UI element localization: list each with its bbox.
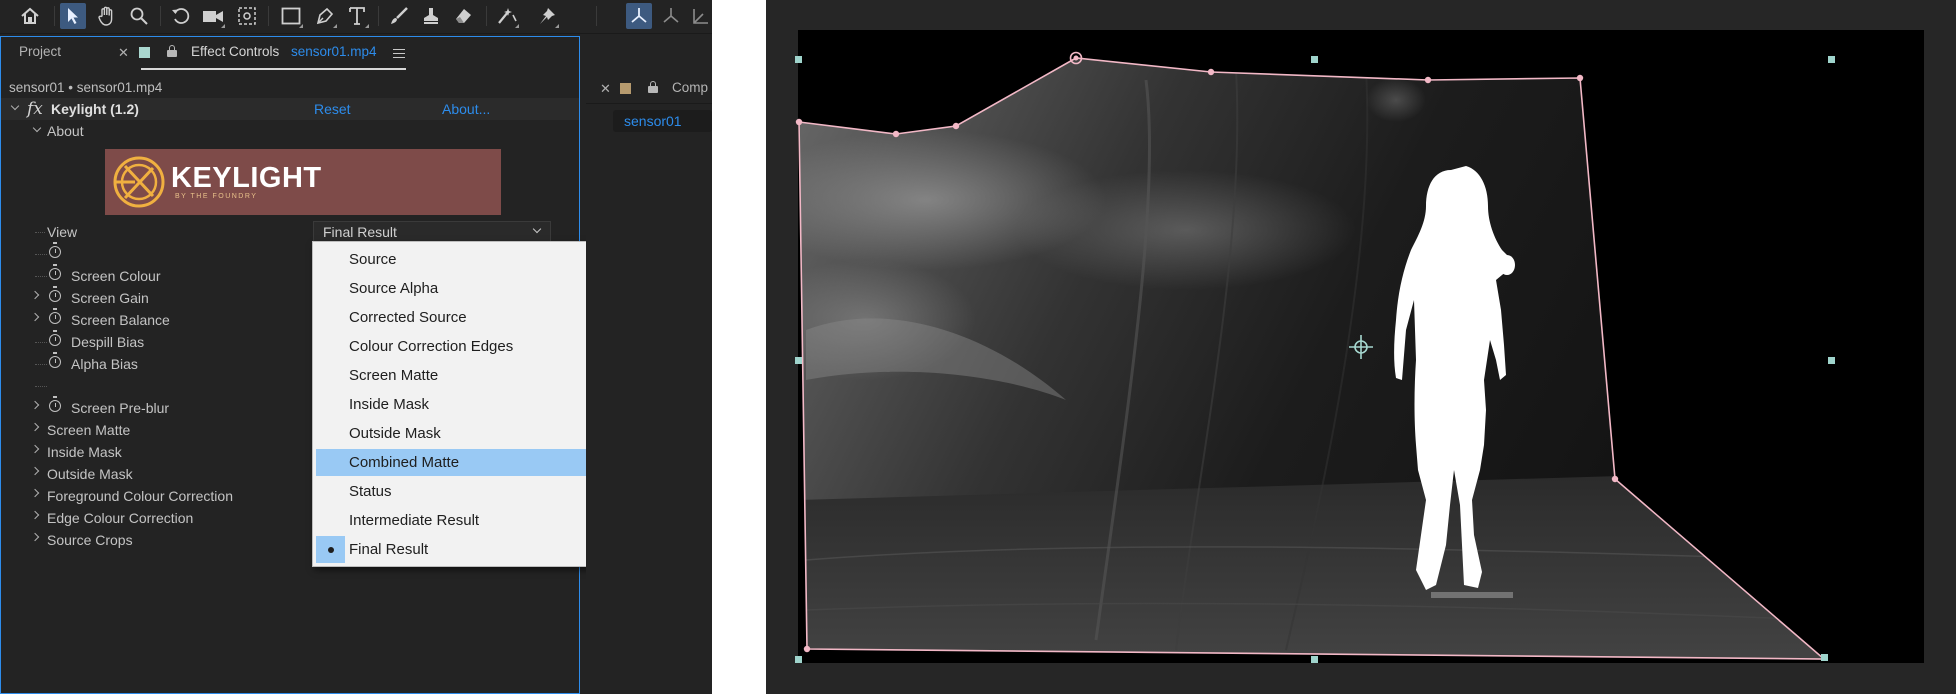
chevron-right-icon[interactable] — [30, 532, 40, 542]
chevron-right-icon[interactable] — [30, 444, 40, 454]
selected-bullet-icon — [316, 536, 345, 563]
logo-subtext: BY THE FOUNDRY — [175, 193, 258, 200]
dropdown-option[interactable]: Screen Matte — [316, 362, 599, 389]
property-label: Despill Bias — [71, 334, 145, 350]
dropdown-option[interactable]: Intermediate Result — [316, 507, 599, 534]
stopwatch-icon[interactable] — [49, 330, 61, 346]
about-section-row[interactable]: About — [1, 120, 579, 142]
pan-behind-tool-icon[interactable] — [234, 3, 260, 29]
group-label: Source Crops — [47, 532, 133, 548]
axis-world-icon[interactable] — [658, 3, 684, 29]
clone-stamp-tool-icon[interactable] — [418, 3, 444, 29]
chevron-right-icon[interactable] — [30, 312, 40, 322]
effect-name: Keylight (1.2) — [51, 101, 139, 117]
property-label: Screen Gain — [71, 290, 149, 306]
dropdown-option[interactable]: Status — [316, 478, 599, 505]
zoom-tool-icon[interactable] — [126, 3, 152, 29]
chevron-right-icon[interactable] — [30, 290, 40, 300]
chevron-right-icon[interactable] — [30, 400, 40, 410]
chevron-right-icon[interactable] — [30, 510, 40, 520]
label-color-swatch — [620, 83, 631, 94]
about-section-label: About — [47, 123, 84, 139]
rotate-tool-icon[interactable] — [168, 3, 194, 29]
view-dropdown-menu: Source Source Alpha Corrected Source Col… — [312, 241, 602, 567]
group-label: Foreground Colour Correction — [47, 488, 233, 504]
view-select[interactable]: Final Result — [313, 221, 551, 242]
chevron-right-icon[interactable] — [30, 422, 40, 432]
axis-view-icon[interactable] — [688, 3, 712, 29]
dropdown-option-highlighted[interactable]: Combined Matte — [316, 449, 599, 476]
breadcrumb: sensor01 • sensor01.mp4 — [1, 77, 579, 99]
chevron-right-icon[interactable] — [30, 488, 40, 498]
group-label: Edge Colour Correction — [47, 510, 194, 526]
stopwatch-icon[interactable] — [49, 286, 61, 302]
dropdown-option[interactable]: Corrected Source — [316, 304, 599, 331]
tab-composition[interactable]: Comp — [672, 80, 708, 95]
brush-tool-icon[interactable] — [386, 3, 412, 29]
tab-project[interactable]: Project — [19, 44, 61, 59]
tools-toolbar — [0, 0, 712, 34]
viewer-canvas — [795, 30, 1924, 663]
reset-link[interactable]: Reset — [314, 101, 351, 117]
logo-text: KEYLIGHT — [171, 162, 322, 194]
selection-tool-icon[interactable] — [60, 3, 86, 29]
stopwatch-icon[interactable] — [49, 242, 61, 258]
tab-effect-controls-file[interactable]: sensor01.mp4 — [291, 44, 377, 59]
effect-header-row[interactable]: fx Keylight (1.2) Reset About... — [1, 98, 579, 120]
property-label: Screen Colour — [71, 268, 161, 284]
comp-name-chip[interactable]: sensor01 — [613, 110, 712, 132]
dropdown-option[interactable]: Source Alpha — [316, 275, 599, 302]
pen-tool-icon[interactable] — [312, 3, 338, 29]
puppet-pin-tool-icon[interactable] — [534, 3, 560, 29]
label-color-swatch — [139, 47, 150, 58]
dropdown-option[interactable]: Colour Correction Edges — [316, 333, 599, 360]
tab-effect-controls[interactable]: Effect Controls — [191, 44, 279, 59]
breadcrumb-text: sensor01 • sensor01.mp4 — [9, 80, 163, 95]
stopwatch-icon[interactable] — [49, 308, 61, 324]
keylight-logo-icon — [113, 156, 165, 208]
axis-local-icon[interactable] — [626, 3, 652, 29]
chevron-down-icon[interactable] — [10, 101, 20, 111]
stopwatch-icon[interactable] — [49, 264, 61, 280]
stopwatch-icon[interactable] — [49, 396, 61, 412]
separator — [712, 0, 766, 694]
property-label: Screen Pre-blur — [71, 400, 170, 416]
composition-viewer[interactable] — [766, 0, 1956, 694]
chevron-down-icon[interactable] — [32, 123, 42, 133]
property-label: Screen Balance — [71, 312, 170, 328]
group-label: Screen Matte — [47, 422, 131, 438]
after-effects-window: Project ✕ Effect Controls sensor01.mp4 s… — [0, 0, 712, 694]
roto-brush-tool-icon[interactable] — [494, 3, 520, 29]
dropdown-option[interactable]: Source — [316, 246, 599, 273]
chevron-right-icon[interactable] — [30, 466, 40, 476]
panel-tab-bar: Project ✕ Effect Controls sensor01.mp4 — [1, 37, 579, 70]
lock-icon[interactable] — [167, 45, 177, 57]
dropdown-option-selected[interactable]: Final Result — [316, 536, 599, 563]
camera-tool-icon[interactable] — [200, 3, 226, 29]
active-tab-underline — [141, 68, 406, 70]
group-label: Outside Mask — [47, 466, 133, 482]
property-label: View — [47, 224, 78, 240]
keylight-logo-banner: KEYLIGHT BY THE FOUNDRY — [105, 149, 501, 215]
close-icon[interactable]: ✕ — [600, 81, 611, 97]
dropdown-option[interactable]: Inside Mask — [316, 391, 599, 418]
chevron-down-icon — [532, 224, 542, 234]
group-label: Inside Mask — [47, 444, 122, 460]
rectangle-tool-icon[interactable] — [278, 3, 304, 29]
close-icon[interactable]: ✕ — [118, 45, 129, 61]
panel-menu-icon[interactable] — [393, 49, 405, 58]
eraser-tool-icon[interactable] — [450, 3, 476, 29]
lock-icon[interactable] — [648, 81, 658, 93]
about-link[interactable]: About... — [442, 101, 490, 117]
hand-tool-icon[interactable] — [94, 3, 120, 29]
stopwatch-icon[interactable] — [49, 352, 61, 368]
home-icon[interactable] — [17, 3, 43, 29]
composition-panel: ✕ Comp sensor01 — [586, 36, 712, 694]
view-select-value: Final Result — [323, 224, 397, 240]
dropdown-option[interactable]: Outside Mask — [316, 420, 599, 447]
property-label: Alpha Bias — [71, 356, 138, 372]
fx-icon[interactable]: fx — [27, 99, 43, 119]
comp-name: sensor01 — [624, 113, 682, 129]
type-tool-icon[interactable] — [344, 3, 370, 29]
